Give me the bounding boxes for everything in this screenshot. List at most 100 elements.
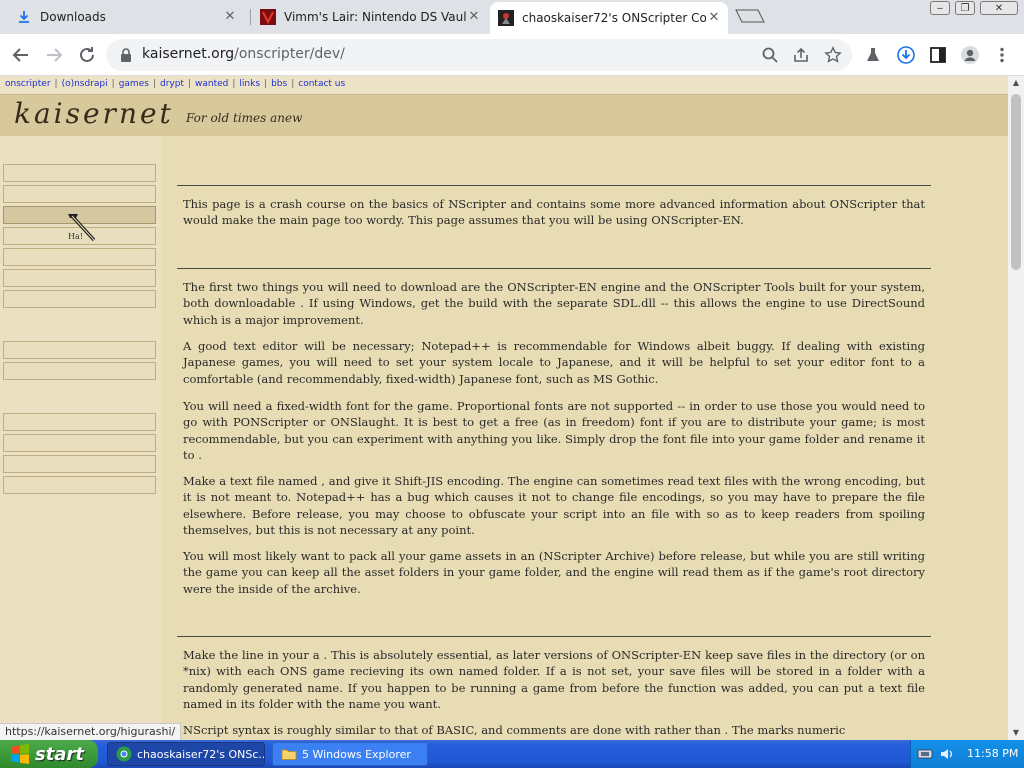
site-banner: kaisernet For old times anew	[0, 94, 1008, 137]
nav-link-links[interactable]: links	[239, 79, 260, 89]
nav-separator: |	[54, 79, 58, 89]
paragraph-font: You will need a fixed-width font for the…	[183, 399, 925, 462]
bookmark-star-icon[interactable]	[824, 46, 842, 64]
section-divider	[177, 636, 931, 637]
intro-paragraph: This page is a crash course on the basic…	[183, 197, 925, 228]
browser-toolbar: kaisernet.org/onscripter/dev/	[0, 34, 1024, 76]
site-logo[interactable]: kaisernet	[14, 97, 174, 130]
url-path: /onscripter/dev/	[234, 46, 345, 62]
sidebar-item[interactable]	[3, 248, 156, 266]
new-tab-button[interactable]	[735, 8, 765, 23]
url-host: kaisernet.org	[142, 46, 235, 62]
sidebar-item[interactable]	[3, 341, 156, 359]
group-dropdown-arrow-icon[interactable]: ▼	[427, 750, 428, 759]
back-button[interactable]	[9, 43, 33, 67]
tab-title: Vimm's Lair: Nintendo DS Vault	[284, 10, 466, 24]
nav-separator: |	[232, 79, 236, 89]
sidebar-item[interactable]	[3, 413, 156, 431]
paragraph-text-editor: A good text editor will be necessary; No…	[183, 339, 925, 386]
sidebar-item[interactable]	[3, 362, 156, 380]
site-tagline: For old times anew	[186, 111, 303, 125]
nav-separator: |	[291, 79, 295, 89]
side-panel-icon[interactable]	[928, 45, 948, 65]
paragraph-archive: You will most likely want to pack all yo…	[183, 549, 925, 596]
forward-button[interactable]	[42, 43, 66, 67]
section-divider	[177, 268, 931, 269]
cursor-label: Ha!	[68, 232, 83, 241]
nav-link-onsdrapi[interactable]: (o)nsdrapi	[62, 79, 108, 89]
share-icon[interactable]	[792, 46, 810, 64]
nav-separator: |	[187, 79, 192, 89]
tab-downloads[interactable]: Downloads ✕	[8, 2, 244, 32]
close-icon[interactable]: ✕	[222, 9, 238, 25]
tab-strip: Downloads ✕ Vimm's Lair: Nintendo DS Vau…	[0, 0, 1024, 34]
nav-link-drypt[interactable]: drypt	[160, 79, 184, 89]
web-page: onscripter | (o)nsdrapi | games | drypt | wanted…	[0, 76, 1008, 740]
site-nav: onscripter | (o)nsdrapi | games | drypt | wanted…	[0, 76, 1008, 94]
profile-avatar-icon[interactable]	[960, 45, 980, 65]
network-icon[interactable]	[917, 746, 933, 762]
start-label: start	[35, 743, 84, 765]
address-bar[interactable]: kaisernet.org/onscripter/dev/	[106, 39, 852, 71]
scroll-up-arrow-icon[interactable]: ▲	[1008, 76, 1024, 90]
sidebar-item[interactable]	[3, 164, 156, 182]
paragraph-downloads: The first two things you will need to do…	[183, 280, 925, 327]
download-icon	[16, 9, 32, 25]
taskbar-item-explorer[interactable]: 5 Windows Explorer ▼	[272, 742, 428, 766]
download-progress-icon[interactable]	[896, 45, 916, 65]
clock[interactable]: 11:58 PM	[967, 747, 1018, 760]
sidebar-item[interactable]	[3, 290, 156, 308]
scrollbar-thumb[interactable]	[1011, 94, 1021, 270]
nav-link-wanted[interactable]: wanted	[195, 79, 228, 89]
nav-link-bbs[interactable]: bbs	[271, 79, 287, 89]
windows-taskbar: start chaoskaiser72's ONSc... 5 Windows …	[0, 740, 1024, 768]
lock-icon[interactable]	[120, 47, 132, 62]
paragraph-syntax: NScript syntax is roughly similar to tha…	[183, 723, 846, 737]
chrome-icon	[116, 746, 132, 762]
close-icon[interactable]: ✕	[706, 10, 722, 26]
tab-divider	[250, 9, 251, 25]
main-content: This page is a crash course on the basic…	[162, 136, 1008, 740]
close-icon[interactable]: ✕	[466, 9, 482, 25]
start-button[interactable]: start	[0, 740, 98, 768]
sidebar-item[interactable]	[3, 269, 156, 287]
nav-separator: |	[264, 79, 268, 89]
nav-link-contact-us[interactable]: contact us	[298, 79, 345, 89]
task-label: chaoskaiser72's ONSc...	[137, 747, 265, 761]
paragraph-savedir: Make the line in your a . This is absolu…	[183, 648, 925, 711]
maximize-button[interactable]: ❐	[955, 1, 975, 15]
section-divider	[177, 185, 931, 186]
tab-title: chaoskaiser72's ONScripter Corner	[522, 11, 706, 25]
volume-icon[interactable]	[939, 746, 955, 762]
sidebar-item[interactable]	[3, 185, 156, 203]
tab-onscripter-corner[interactable]: chaoskaiser72's ONScripter Corner ✕	[490, 2, 728, 34]
task-label: 5 Windows Explorer	[302, 747, 411, 761]
close-window-button[interactable]: ✕	[980, 1, 1018, 15]
sidebar-item[interactable]	[3, 476, 156, 494]
lab-flask-icon[interactable]	[863, 45, 883, 65]
nav-link-games[interactable]: games	[119, 79, 149, 89]
sidebar-item[interactable]	[3, 434, 156, 452]
windows-logo-icon	[11, 744, 29, 764]
kaiser-favicon-icon	[498, 10, 514, 26]
minimize-button[interactable]: ‒	[930, 1, 950, 15]
tab-title: Downloads	[40, 10, 106, 24]
arrow-left-icon	[12, 48, 28, 62]
menu-kebab-icon[interactable]	[992, 45, 1012, 65]
vimm-favicon-icon	[260, 9, 276, 25]
nav-separator: |	[152, 79, 156, 89]
tab-vimms-lair[interactable]: Vimm's Lair: Nintendo DS Vault ✕	[252, 2, 488, 32]
zoom-icon[interactable]	[761, 46, 779, 64]
nav-link-onscripter[interactable]: onscripter	[5, 79, 51, 89]
url-text[interactable]: kaisernet.org/onscripter/dev/	[142, 46, 345, 62]
arrow-right-icon	[47, 48, 63, 62]
sidebar-item[interactable]	[3, 455, 156, 473]
system-tray: 11:58 PM	[910, 740, 1024, 768]
taskbar-item-chrome[interactable]: chaoskaiser72's ONSc...	[107, 742, 265, 766]
page-scrollbar[interactable]: ▲ ▼	[1008, 76, 1024, 740]
scroll-down-arrow-icon[interactable]: ▼	[1008, 726, 1024, 740]
reload-button[interactable]	[75, 43, 99, 67]
paragraph-script-file: Make a text file named , and give it Shi…	[183, 474, 925, 537]
sidebar-menu: Ha!	[0, 136, 163, 740]
nav-separator: |	[111, 79, 115, 89]
